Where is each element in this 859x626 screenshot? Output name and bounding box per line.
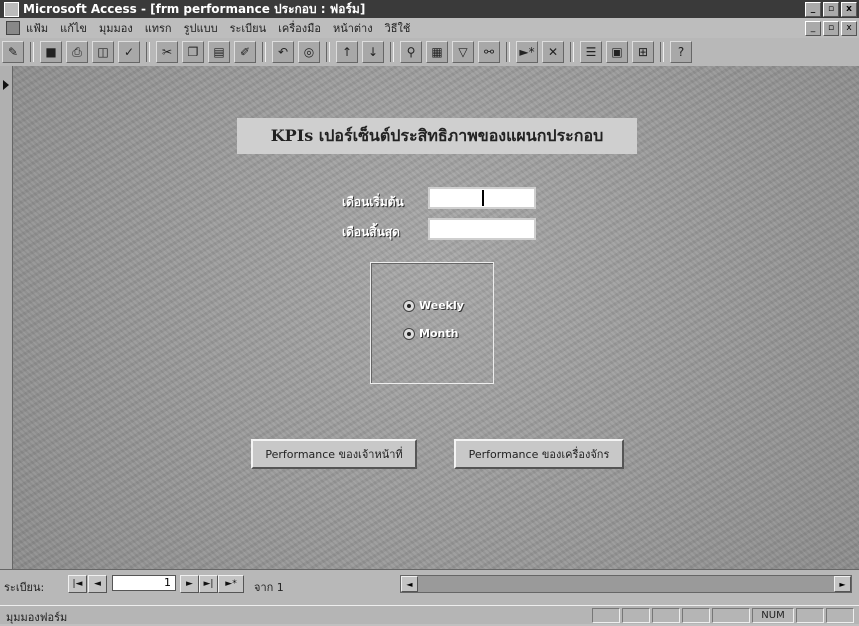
form-detail-section: KPIs เปอร์เซ็นต์ประสิทธิภาพของแผนกประกอบ… [13,66,859,569]
option-weekly[interactable]: Weekly [403,299,464,312]
toolbar-separator [660,42,664,62]
new-object-icon[interactable]: ⊞ [632,41,654,63]
doc-minimize-button[interactable]: _ [805,21,821,36]
form-title: KPIs เปอร์เซ็นต์ประสิทธิภาพของแผนกประกอบ [237,118,637,154]
current-record-field[interactable]: 1 [112,575,176,591]
print-icon[interactable]: ⎙ [66,41,88,63]
status-indicator [622,608,650,623]
record-navigation-bar: ระเบียน: |◄ ◄ 1 ► ►| ►* จาก 1 ◄ ► [0,569,859,606]
scroll-right-icon[interactable]: ► [834,576,851,592]
sort-ascending-icon[interactable]: ↑ [336,41,358,63]
start-month-field[interactable] [428,187,536,209]
title-bar: Microsoft Access - [frm performance ประก… [0,0,859,18]
view-icon[interactable]: ✎ [2,41,24,63]
format-painter-icon[interactable]: ✐ [234,41,256,63]
start-month-label: เดือนเริ่มต้น [342,195,404,209]
doc-close-button[interactable]: x [841,21,857,36]
scroll-left-icon[interactable]: ◄ [401,576,418,592]
find-icon[interactable]: ⚯ [478,41,500,63]
end-month-label: เดือนสิ้นสุด [342,225,400,239]
access-app-icon [4,1,19,17]
copy-icon[interactable]: ❐ [182,41,204,63]
menu-bar: แฟ้ม แก้ไข มุมมอง แทรก รูปแบบ ระเบียน เค… [0,18,859,38]
toolbar-separator [506,42,510,62]
menu-records[interactable]: ระเบียน [230,19,267,37]
record-count: จาก 1 [254,581,284,594]
menu-edit[interactable]: แก้ไข [60,19,87,37]
last-record-button[interactable]: ►| [199,575,218,593]
maximize-button[interactable]: ▫ [823,2,839,17]
filter-by-form-icon[interactable]: ▦ [426,41,448,63]
new-record-icon[interactable]: ►* [516,41,538,63]
delete-record-icon[interactable]: ✕ [542,41,564,63]
new-record-button[interactable]: ►* [218,575,244,593]
form-window-icon[interactable] [6,21,20,35]
toolbar: ✎ ■ ⎙ ◫ ✓ ✂ ❐ ▤ ✐ ↶ ◎ ↑ ↓ ⚲ ▦ ▽ ⚯ ►* ✕ ☰… [0,38,859,67]
horizontal-scrollbar[interactable]: ◄ ► [400,575,852,593]
menu-format[interactable]: รูปแบบ [184,19,218,37]
close-button[interactable]: x [841,2,857,17]
minimize-button[interactable]: _ [805,2,821,17]
apply-filter-icon[interactable]: ▽ [452,41,474,63]
month-radio[interactable] [403,327,415,340]
record-label: ระเบียน: [4,581,45,594]
staff-performance-button[interactable]: Performance ของเจ้าหน้าที่ [251,439,417,469]
status-text: มุมมองฟอร์ม [6,611,68,624]
sort-descending-icon[interactable]: ↓ [362,41,384,63]
paste-icon[interactable]: ▤ [208,41,230,63]
previous-record-button[interactable]: ◄ [88,575,107,593]
toolbar-separator [262,42,266,62]
weekly-radio[interactable] [403,299,415,312]
menu-help[interactable]: วิธีใช้ [385,19,411,37]
status-bar: มุมมองฟอร์ม NUM [0,605,859,624]
toolbar-separator [146,42,150,62]
status-indicator [682,608,710,623]
print-preview-icon[interactable]: ◫ [92,41,114,63]
menu-file[interactable]: แฟ้ม [26,19,48,37]
menu-view[interactable]: มุมมอง [99,19,133,37]
num-lock-indicator: NUM [752,608,794,623]
period-option-group: Weekly Month [370,262,494,384]
first-record-button[interactable]: |◄ [68,575,87,593]
next-record-button[interactable]: ► [180,575,199,593]
hyperlink-icon[interactable]: ◎ [298,41,320,63]
properties-icon[interactable]: ☰ [580,41,602,63]
database-window-icon[interactable]: ▣ [606,41,628,63]
status-indicator [796,608,824,623]
option-month-label: Month [419,327,459,340]
window-title: Microsoft Access - [frm performance ประก… [23,1,366,16]
save-icon[interactable]: ■ [40,41,62,63]
status-indicator [592,608,620,623]
menu-window[interactable]: หน้าต่าง [333,19,373,37]
status-indicator [712,608,750,623]
menu-insert[interactable]: แทรก [145,19,172,37]
doc-restore-button[interactable]: ▫ [823,21,839,36]
toolbar-separator [390,42,394,62]
filter-by-selection-icon[interactable]: ⚲ [400,41,422,63]
current-record-arrow-icon [3,80,9,90]
menu-tools[interactable]: เครื่องมือ [278,19,321,37]
machine-performance-button[interactable]: Performance ของเครื่องจักร [454,439,624,469]
text-cursor [482,190,484,206]
toolbar-separator [30,42,34,62]
status-indicator [826,608,854,623]
record-selector[interactable] [0,66,13,569]
end-month-field[interactable] [428,218,536,240]
status-indicator [652,608,680,623]
cut-icon[interactable]: ✂ [156,41,178,63]
spelling-icon[interactable]: ✓ [118,41,140,63]
toolbar-separator [326,42,330,62]
document-window-controls: _ ▫ x [805,21,857,36]
option-weekly-label: Weekly [419,299,464,312]
undo-icon[interactable]: ↶ [272,41,294,63]
window-controls: _ ▫ x [805,2,857,17]
help-icon[interactable]: ? [670,41,692,63]
option-month[interactable]: Month [403,327,458,340]
toolbar-separator [570,42,574,62]
